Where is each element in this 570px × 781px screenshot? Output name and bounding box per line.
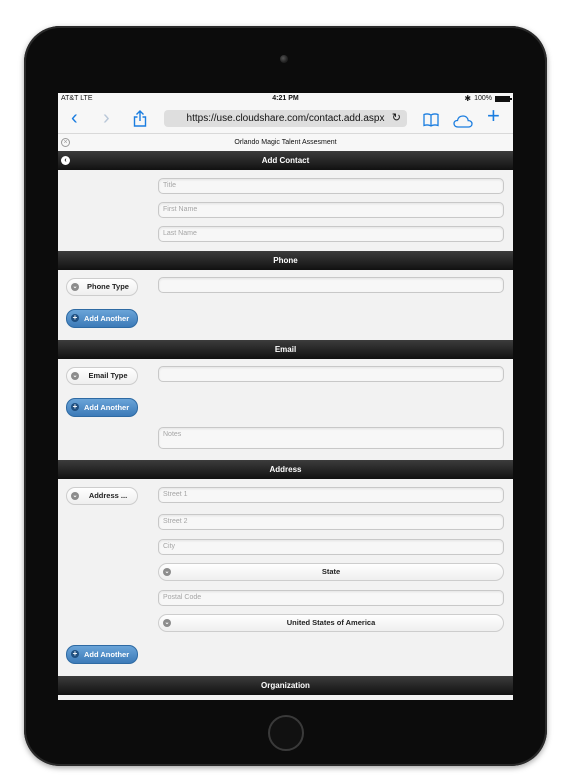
phone-section: ⌄ Phone Type + Add Another [58,270,513,340]
street1-field[interactable]: Street 1 [158,487,504,503]
street2-field[interactable]: Street 2 [158,514,504,530]
share-icon[interactable] [133,110,147,132]
add-tab-icon[interactable]: + [487,105,500,127]
forward-icon[interactable]: › [103,107,110,129]
add-address-label: Add Another [84,650,130,659]
page-title: Orlando Magic Talent Assesment [234,139,337,146]
title-field[interactable]: Title [158,178,504,194]
phone-header-label: Phone [273,256,298,265]
notes-field[interactable]: Notes [158,427,504,449]
country-label: United States of America [286,618,376,627]
chevron-down-icon: ⌄ [71,283,79,291]
chevron-down-icon: ⌄ [163,568,171,576]
cloud-icon[interactable] [453,111,473,133]
phone-type-select[interactable]: ⌄ Phone Type [66,278,138,296]
add-contact-title: Add Contact [261,156,310,165]
url-text: https://use.cloudshare.com/contact.add.a… [186,113,385,124]
battery-icon [495,95,512,102]
email-header-label: Email [274,345,297,354]
add-email-button[interactable]: + Add Another [66,398,138,417]
plus-icon: + [71,402,79,411]
phone-field[interactable] [158,277,504,293]
bluetooth-icon: ✱ [464,94,472,103]
country-select[interactable]: ⌄ United States of America [158,614,504,632]
email-field[interactable] [158,366,504,382]
reload-icon[interactable]: ↻ [392,110,401,127]
add-address-button[interactable]: + Add Another [66,645,138,664]
close-icon[interactable]: × [61,138,70,147]
phone-type-label: Phone Type [87,282,129,291]
address-type-label: Address ... [88,491,128,500]
camera-icon [280,55,288,63]
home-button[interactable] [268,715,304,751]
organization-header-label: Organization [261,681,310,690]
address-section: ⌄ Address ... Street 1 Street 2 City ⌄ S… [58,479,513,676]
address-type-select[interactable]: ⌄ Address ... [66,487,138,505]
status-time: 4:21 PM [272,95,299,102]
battery-fill [496,96,509,101]
state-select[interactable]: ⌄ State [158,563,504,581]
email-header: Email [58,340,513,359]
phone-header: Phone [58,251,513,270]
chevron-down-icon: ⌄ [71,372,79,380]
url-field[interactable]: https://use.cloudshare.com/contact.add.a… [164,110,407,127]
back-circle-icon[interactable]: ‹ [61,156,70,165]
email-type-select[interactable]: ⌄ Email Type [66,367,138,385]
add-email-label: Add Another [84,403,130,412]
plus-icon: + [71,313,79,322]
address-header-label: Address [269,465,302,474]
state-label: State [321,567,341,576]
name-section: Title First Name Last Name [58,170,513,251]
back-icon[interactable]: ‹ [71,107,78,129]
last-name-field[interactable]: Last Name [158,226,504,242]
browser-toolbar: ‹ › https://use.cloudshare.com/contact.a… [58,104,513,134]
page-title-row: × Orlando Magic Talent Assesment [58,134,513,151]
email-type-label: Email Type [88,371,128,380]
chevron-down-icon: ⌄ [71,492,79,500]
city-field[interactable]: City [158,539,504,555]
address-header: Address [58,460,513,479]
add-phone-button[interactable]: + Add Another [66,309,138,328]
status-bar: AT&T LTE 4:21 PM ✱ 100% [58,93,513,104]
bookmarks-icon[interactable] [423,110,439,132]
email-section: ⌄ Email Type + Add Another Notes [58,359,513,460]
chevron-down-icon: ⌄ [163,619,171,627]
plus-icon: + [71,649,79,658]
add-phone-label: Add Another [84,314,130,323]
organization-header: Organization [58,676,513,695]
add-contact-header: ‹ Add Contact [58,151,513,170]
screen: AT&T LTE 4:21 PM ✱ 100% ‹ › https://use.… [58,93,513,700]
first-name-field[interactable]: First Name [158,202,504,218]
postal-code-field[interactable]: Postal Code [158,590,504,606]
